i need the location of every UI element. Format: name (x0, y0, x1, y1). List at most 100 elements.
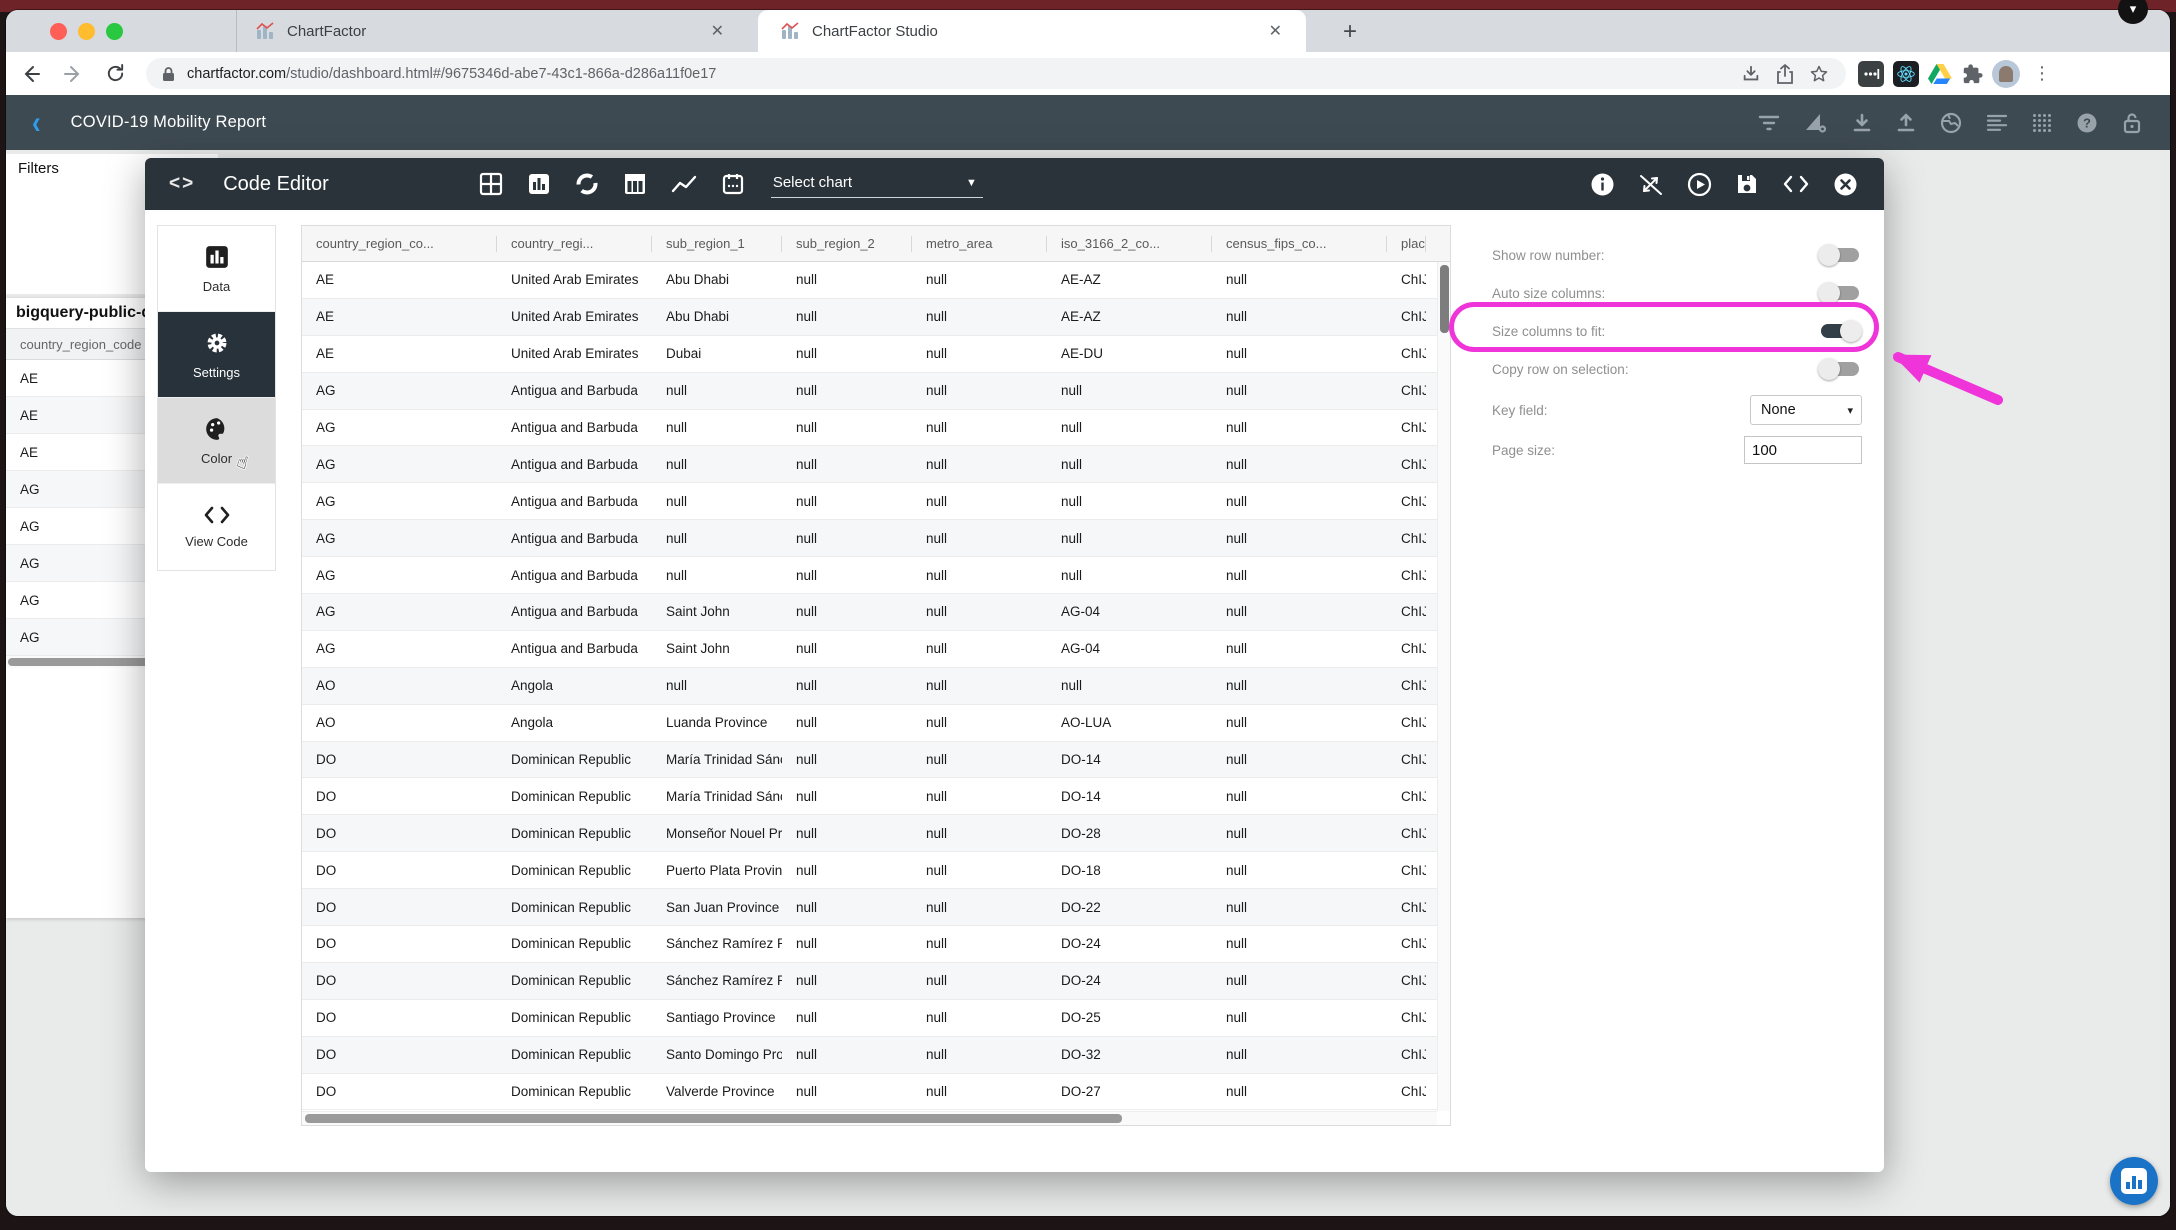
table-row[interactable]: AGAntigua and Barbudanullnullnullnullnul… (302, 557, 1450, 594)
sidebar-item-settings[interactable]: Settings (158, 312, 275, 398)
grid-vertical-scrollbar[interactable] (1437, 262, 1450, 1111)
sidebar-item-color[interactable]: Color ☝ (158, 398, 275, 484)
profile-avatar[interactable] (1992, 60, 2020, 88)
zoom-window-button[interactable] (106, 23, 123, 40)
table-row[interactable]: AGAntigua and Barbudanullnullnullnullnul… (302, 410, 1450, 447)
tab-chartfactor-studio[interactable]: ChartFactor Studio ✕ (758, 10, 1306, 52)
forward-icon[interactable] (56, 57, 90, 91)
close-icon[interactable] (1833, 172, 1858, 197)
table-row[interactable]: AEUnited Arab EmiratesAbu DhabinullnullA… (302, 299, 1450, 336)
table-row[interactable]: DODominican RepublicMaría Trinidad Sánch… (302, 742, 1450, 779)
column-header[interactable]: place (1387, 226, 1426, 261)
table-row[interactable]: AOAngolanullnullnullnullnullChIJ (302, 668, 1450, 705)
table-cell: Saint John (652, 631, 782, 667)
table-cell: null (1212, 594, 1387, 630)
table-cell: DO (302, 852, 497, 888)
table-row[interactable]: AGAntigua and BarbudaSaint JohnnullnullA… (302, 631, 1450, 668)
interactions-off-icon[interactable] (1638, 172, 1664, 197)
table-cell: null (912, 668, 1047, 704)
download-icon[interactable] (1852, 113, 1872, 133)
close-window-button[interactable] (50, 23, 67, 40)
sidebar-item-view-code[interactable]: View Code (158, 484, 275, 570)
react-devtools-extension-icon[interactable] (1893, 61, 1919, 87)
secure-lock-icon[interactable] (162, 66, 175, 82)
google-drive-extension-icon[interactable] (1928, 63, 1952, 85)
back-icon[interactable] (14, 57, 48, 91)
extensions-puzzle-icon[interactable] (1961, 63, 1983, 85)
column-header[interactable]: census_fips_co... (1212, 226, 1387, 261)
table-row[interactable]: AGAntigua and Barbudanullnullnullnullnul… (302, 446, 1450, 483)
column-header[interactable]: sub_region_2 (782, 226, 912, 261)
minimize-window-button[interactable] (78, 23, 95, 40)
lock-open-icon[interactable] (2122, 112, 2142, 134)
download-done-icon[interactable] (1734, 59, 1768, 89)
editor-sidebar: Data Settings Color ☝ View Code (157, 225, 276, 571)
tab-chartfactor[interactable]: ChartFactor ✕ (236, 10, 748, 52)
show-row-number-toggle[interactable] (1818, 244, 1862, 266)
table-row[interactable]: AGAntigua and BarbudaSaint JohnnullnullA… (302, 594, 1450, 631)
table-row[interactable]: DODominican RepublicSánchez Ramírez Prov… (302, 963, 1450, 1000)
globe-icon[interactable] (1940, 112, 1962, 134)
filter-list-icon[interactable] (1758, 114, 1780, 132)
auto-size-columns-toggle[interactable] (1818, 282, 1862, 304)
upload-icon[interactable] (1896, 113, 1916, 133)
table-cell: ChIJ (1387, 778, 1426, 814)
table-cell: DO (302, 778, 497, 814)
data-grid: country_region_co...country_regi...sub_r… (301, 225, 1451, 1126)
back-chevron-icon[interactable]: ‹ (32, 103, 41, 142)
save-icon[interactable] (1735, 172, 1759, 196)
column-header[interactable]: metro_area (912, 226, 1047, 261)
table-row[interactable]: DODominican RepublicSantiago Provincenul… (302, 1000, 1450, 1037)
tab-close-icon[interactable]: ✕ (1263, 19, 1288, 43)
calendar-icon[interactable] (721, 172, 745, 196)
grid-chart-icon[interactable] (479, 172, 503, 196)
trend-line-icon[interactable] (671, 173, 697, 195)
table-row[interactable]: DODominican RepublicValverde Provincenul… (302, 1074, 1450, 1111)
table-cell: ChIJ (1387, 299, 1426, 335)
view-code-icon[interactable] (1782, 174, 1810, 194)
table-row[interactable]: AEUnited Arab EmiratesAbu DhabinullnullA… (302, 262, 1450, 299)
help-icon[interactable]: ? (2076, 112, 2098, 134)
column-header[interactable]: country_regi... (497, 226, 652, 261)
browser-menu-icon[interactable]: ⋮ (2033, 63, 2051, 84)
column-header[interactable]: sub_region_1 (652, 226, 782, 261)
key-field-select[interactable]: None ▾ (1750, 395, 1862, 425)
bar-chart-icon[interactable] (527, 172, 551, 196)
info-icon[interactable] (1590, 172, 1615, 197)
table-cell: null (782, 336, 912, 372)
bookmark-star-icon[interactable] (1802, 59, 1836, 89)
donut-chart-icon[interactable] (575, 172, 599, 196)
table-row[interactable]: DODominican RepublicMonseñor Nouel Provn… (302, 815, 1450, 852)
text-align-icon[interactable] (1986, 114, 2008, 132)
table-row[interactable]: AEUnited Arab EmiratesDubainullnullAE-DU… (302, 336, 1450, 373)
url-field[interactable]: chartfactor.com/studio/dashboard.html#/9… (146, 58, 1846, 89)
chart-fab-button[interactable] (2110, 1157, 2158, 1205)
table-row[interactable]: DODominican RepublicSan Juan Provincenul… (302, 889, 1450, 926)
page-size-input[interactable] (1744, 436, 1862, 464)
column-header[interactable]: iso_3166_2_co... (1047, 226, 1212, 261)
tab-close-icon[interactable]: ✕ (705, 19, 730, 43)
grid-dots-icon[interactable] (2032, 113, 2052, 133)
url-text[interactable]: chartfactor.com/studio/dashboard.html#/9… (187, 66, 1734, 82)
table-row[interactable]: AGAntigua and Barbudanullnullnullnullnul… (302, 373, 1450, 410)
table-row[interactable]: AGAntigua and Barbudanullnullnullnullnul… (302, 483, 1450, 520)
table-row[interactable]: DODominican RepublicSánchez Ramírez Prov… (302, 926, 1450, 963)
chart-settings-icon[interactable] (1804, 112, 1828, 134)
pivot-table-icon[interactable] (623, 172, 647, 196)
copy-row-on-selection-toggle[interactable] (1818, 358, 1862, 380)
new-tab-button[interactable]: + (1334, 16, 1366, 48)
table-row[interactable]: DODominican RepublicMaría Trinidad Sánch… (302, 778, 1450, 815)
sidebar-item-data[interactable]: Data (158, 226, 275, 312)
share-icon[interactable] (1768, 59, 1802, 89)
table-row[interactable]: DODominican RepublicPuerto Plata Provinc… (302, 852, 1450, 889)
tab-manager-extension-icon[interactable] (1858, 61, 1884, 87)
select-chart-dropdown[interactable]: Select chart ▼ (771, 170, 983, 198)
table-row[interactable]: DODominican RepublicSanto Domingo Provnu… (302, 1037, 1450, 1074)
reload-icon[interactable] (98, 57, 132, 91)
column-header[interactable]: country_region_co... (302, 226, 497, 261)
table-row[interactable]: AOAngolaLuanda ProvincenullnullAO-LUAnul… (302, 705, 1450, 742)
grid-horizontal-scrollbar[interactable] (302, 1111, 1437, 1125)
table-row[interactable]: AGAntigua and Barbudanullnullnullnullnul… (302, 520, 1450, 557)
size-columns-to-fit-toggle[interactable] (1818, 320, 1862, 342)
run-icon[interactable] (1687, 172, 1712, 197)
